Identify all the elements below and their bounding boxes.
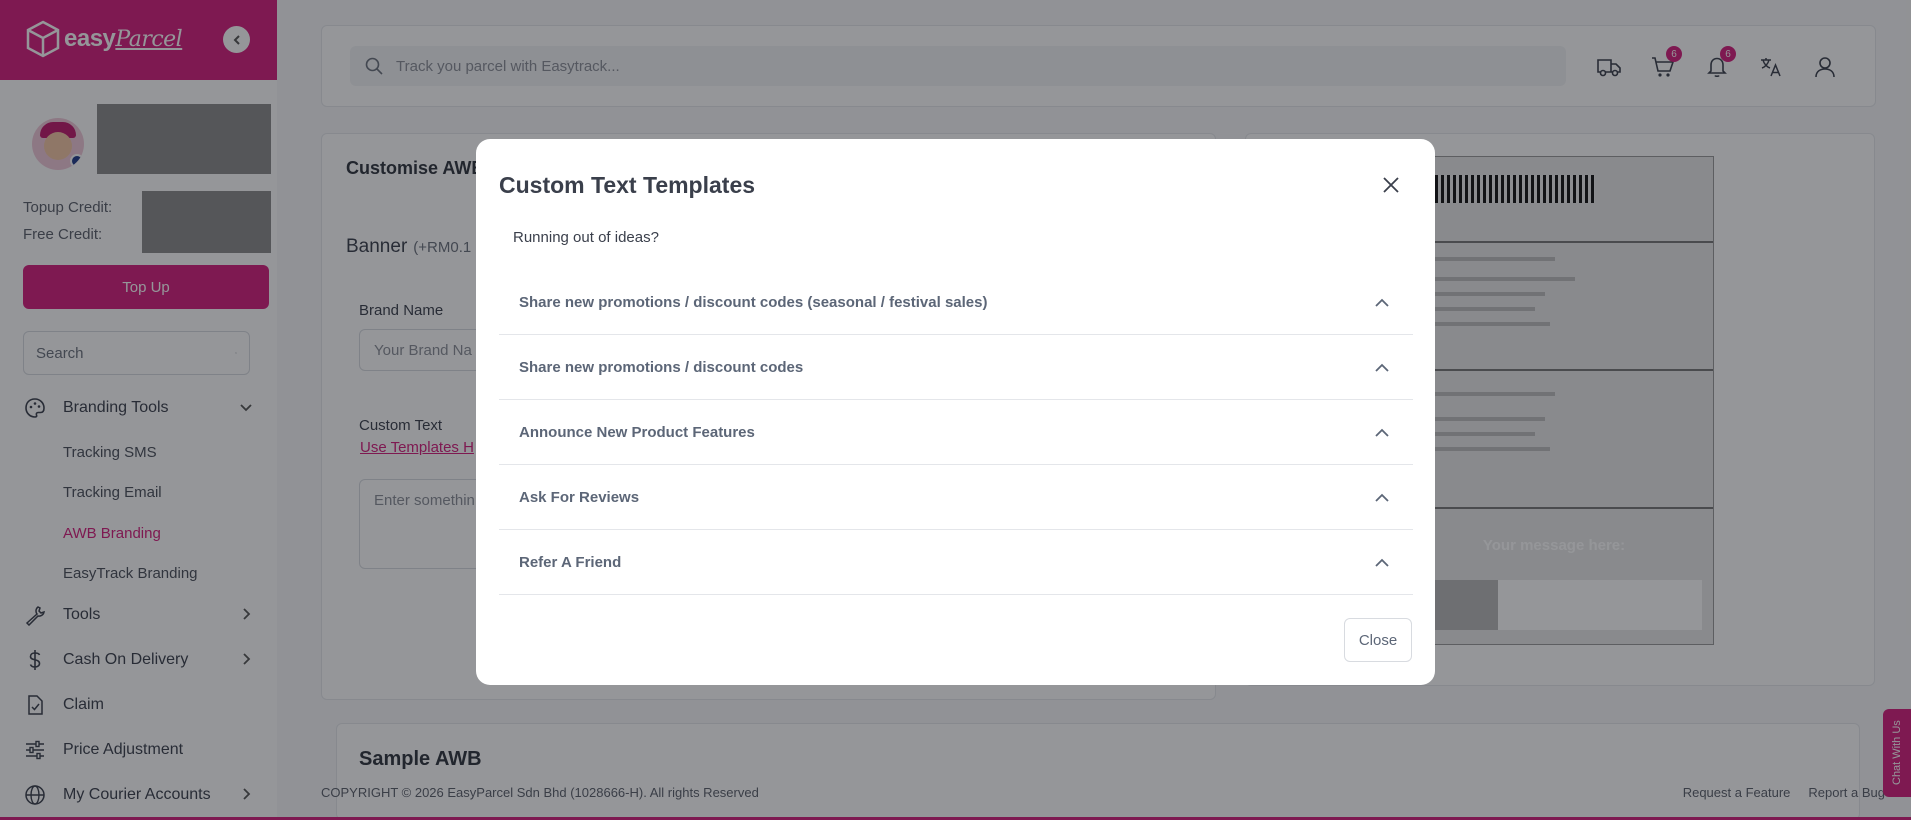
modal-subtitle: Running out of ideas? (513, 229, 659, 246)
close-icon[interactable] (1377, 171, 1405, 199)
template-item[interactable]: Announce New Product Features (499, 400, 1413, 465)
template-item-label: Ask For Reviews (519, 488, 640, 506)
chevron-up-icon (1375, 493, 1389, 502)
template-item[interactable]: Ask For Reviews (499, 465, 1413, 530)
custom-text-templates-modal: Custom Text Templates Running out of ide… (476, 139, 1435, 685)
chevron-up-icon (1375, 428, 1389, 437)
chevron-up-icon (1375, 558, 1389, 567)
template-item[interactable]: Share new promotions / discount codes (499, 335, 1413, 400)
template-item[interactable]: Refer A Friend (499, 530, 1413, 595)
template-item[interactable]: Share new promotions / discount codes (s… (499, 270, 1413, 335)
chevron-up-icon (1375, 363, 1389, 372)
modal-title: Custom Text Templates (499, 172, 756, 198)
template-item-label: Share new promotions / discount codes (s… (519, 293, 988, 311)
template-item-label: Share new promotions / discount codes (519, 358, 804, 376)
template-item-label: Announce New Product Features (519, 423, 755, 441)
template-item-label: Refer A Friend (519, 553, 622, 571)
close-button[interactable]: Close (1344, 618, 1412, 662)
chevron-up-icon (1375, 298, 1389, 307)
